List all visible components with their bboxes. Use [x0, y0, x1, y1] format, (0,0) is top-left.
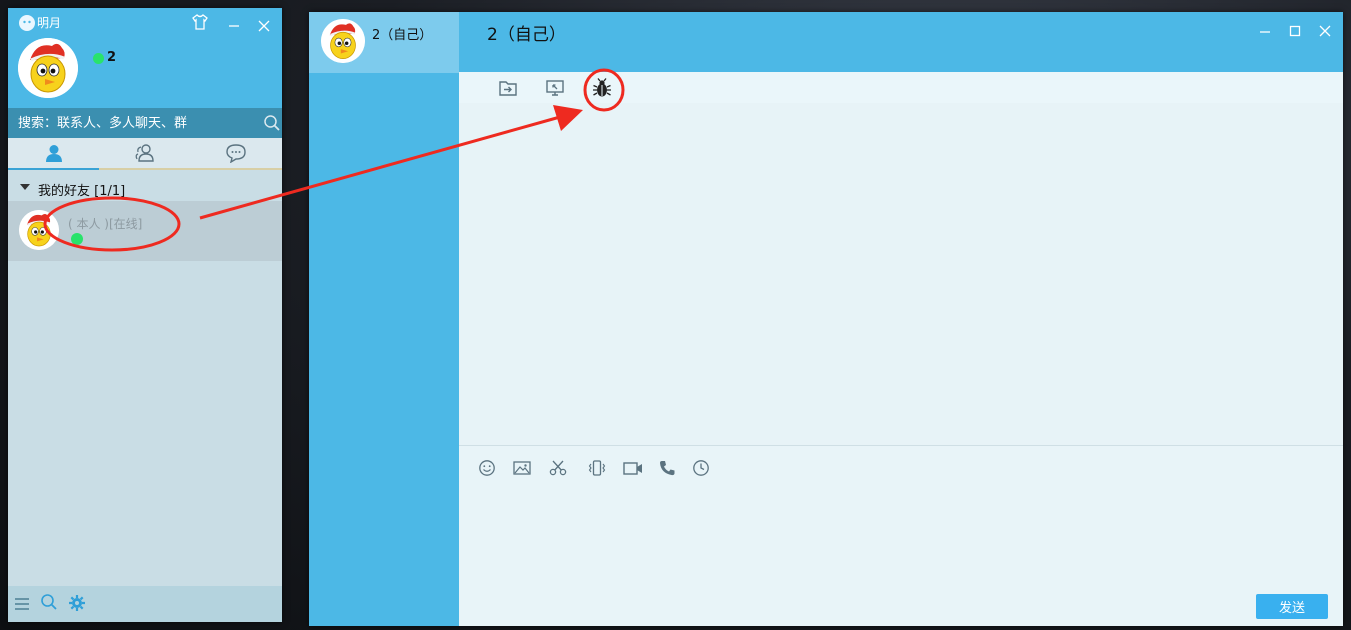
group-icon: [134, 143, 156, 163]
friend-list-item[interactable]: ( 本人 )[在线]: [8, 201, 282, 261]
remote-desktop-icon[interactable]: [543, 76, 567, 100]
message-input[interactable]: [459, 484, 1347, 598]
chat-window: 2（自己） 2（自己） 发送: [309, 12, 1347, 626]
image-icon[interactable]: [510, 456, 534, 480]
emoji-icon[interactable]: [475, 456, 499, 480]
expand-arrow-icon: [20, 184, 30, 190]
skin-shirt-icon[interactable]: [190, 12, 210, 32]
main-window-footer: [8, 586, 282, 622]
history-clock-icon[interactable]: [689, 456, 713, 480]
session-name: 2（自己）: [372, 28, 433, 43]
menu-icon[interactable]: [12, 594, 32, 614]
tab-groups[interactable]: [99, 138, 190, 168]
person-icon: [44, 143, 64, 163]
online-status-dot[interactable]: [93, 53, 104, 64]
send-button[interactable]: 发送: [1256, 594, 1328, 619]
user-avatar[interactable]: [18, 38, 78, 98]
friend-avatar: [19, 210, 59, 250]
close-button[interactable]: [254, 16, 274, 36]
search-input[interactable]: [8, 108, 252, 138]
settings-icon[interactable]: [67, 593, 87, 613]
friend-group-header[interactable]: 我的好友 [1/1]: [8, 176, 282, 200]
video-call-icon[interactable]: [621, 456, 645, 480]
bug-icon[interactable]: [590, 76, 614, 100]
minimize-button[interactable]: [224, 16, 244, 36]
tab-contacts[interactable]: [8, 138, 100, 170]
input-toolbar: [459, 452, 1343, 482]
voice-call-icon[interactable]: [655, 456, 679, 480]
close-button[interactable]: [1315, 21, 1335, 41]
contact-tabs: [8, 138, 282, 170]
chat-bubble-icon: [225, 143, 247, 163]
vibrate-icon[interactable]: [585, 456, 609, 480]
tab-recent-chats[interactable]: [191, 138, 282, 168]
main-window: 明月 2 搜索：联系人、多人聊天、群 我的好友 [1/1] (本人)[在线]: [8, 8, 282, 622]
app-logo-icon: [19, 15, 35, 31]
search-icon[interactable]: [262, 113, 282, 133]
chat-top-toolbar: [459, 72, 1343, 103]
friend-group-label: 我的好友 [1/1]: [38, 184, 126, 199]
search-bar: [8, 108, 282, 138]
screenshot-scissors-icon[interactable]: [546, 456, 570, 480]
maximize-button[interactable]: [1285, 21, 1305, 41]
send-file-icon[interactable]: [496, 76, 520, 100]
chat-main-panel: 发送: [459, 72, 1347, 626]
friend-online-dot: [71, 233, 83, 245]
chat-title: 2（自己）: [487, 25, 566, 45]
app-title: 明月: [37, 16, 62, 30]
chat-session-item[interactable]: 2（自己）: [309, 12, 459, 73]
user-nickname[interactable]: 2: [107, 50, 116, 66]
friend-name: ( 本人 )[在线]: [68, 217, 143, 231]
search-icon[interactable]: [39, 592, 59, 612]
minimize-button[interactable]: [1255, 22, 1275, 42]
message-area[interactable]: [459, 103, 1343, 446]
session-avatar: [321, 19, 365, 63]
main-window-header: 明月 2: [8, 8, 282, 108]
